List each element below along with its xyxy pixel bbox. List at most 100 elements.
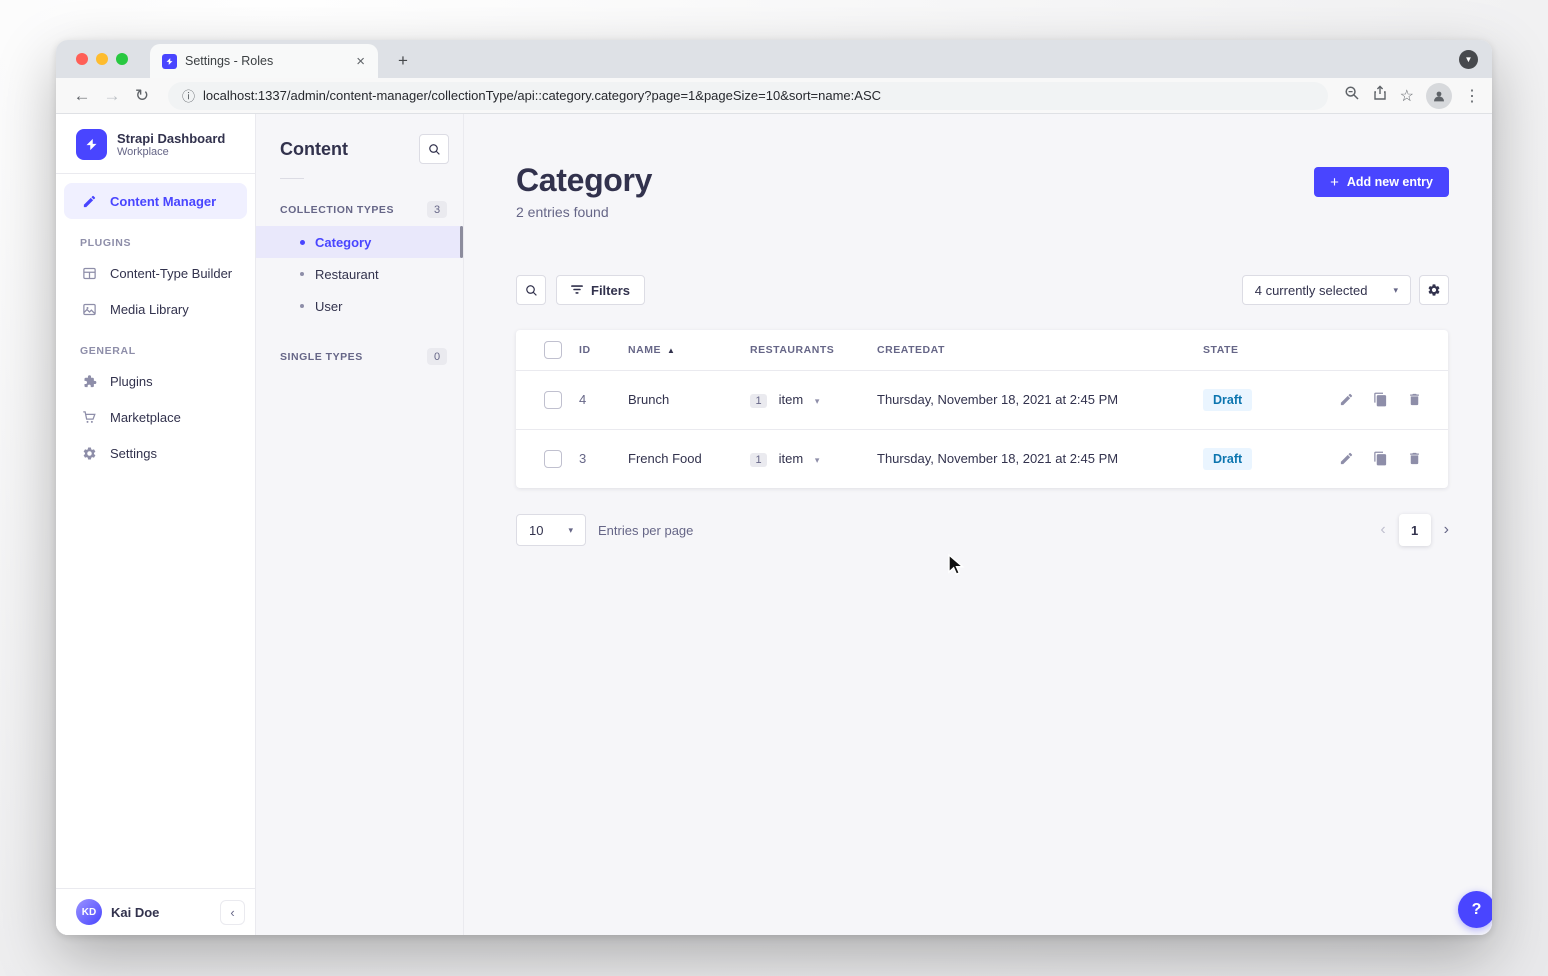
share-icon[interactable]	[1372, 85, 1388, 106]
row-checkbox[interactable]	[544, 391, 562, 409]
column-header-state[interactable]: STATE	[1203, 330, 1323, 370]
help-button[interactable]: ?	[1458, 891, 1492, 928]
sidebar-item-marketplace[interactable]: Marketplace	[64, 399, 247, 435]
subnav-search-button[interactable]	[419, 134, 449, 164]
url-text: localhost:1337/admin/content-manager/col…	[203, 88, 881, 103]
browser-window: Settings - Roles × + ▼ ← → ↻ ⓘ localhost…	[56, 40, 1492, 935]
sidebar-item-label: Content Manager	[110, 194, 216, 209]
collapse-sidebar-button[interactable]: ‹	[220, 900, 245, 925]
edit-icon[interactable]	[1339, 392, 1354, 407]
bookmark-star-icon[interactable]: ☆	[1400, 86, 1414, 106]
single-types-count: 0	[427, 348, 447, 365]
column-header-name[interactable]: NAME▲	[628, 330, 750, 370]
page-number-button[interactable]: 1	[1399, 514, 1431, 546]
column-header-createdat[interactable]: CREATEDAT	[877, 330, 1203, 370]
table-row[interactable]: 3 French Food 1 item ▾ Thursday, Novembe…	[516, 429, 1448, 488]
search-button[interactable]	[516, 275, 546, 305]
duplicate-icon[interactable]	[1373, 451, 1388, 466]
zoom-window-button[interactable]	[116, 53, 128, 65]
previous-page-icon[interactable]: ‹	[1380, 521, 1385, 539]
workspace-name: Workplace	[117, 146, 225, 158]
browser-tab[interactable]: Settings - Roles ×	[150, 44, 378, 78]
main-content: Category 2 entries found + Add new entry…	[464, 114, 1492, 935]
row-checkbox[interactable]	[544, 450, 562, 468]
delete-icon[interactable]	[1407, 451, 1422, 466]
delete-icon[interactable]	[1407, 392, 1422, 407]
duplicate-icon[interactable]	[1373, 392, 1388, 407]
general-section-label: GENERAL	[56, 327, 255, 363]
sidebar-item-content-manager[interactable]: Content Manager	[64, 183, 247, 219]
traffic-lights	[76, 53, 128, 65]
cell-name: French Food	[628, 429, 750, 488]
cell-name: Brunch	[628, 370, 750, 429]
layout-icon	[80, 266, 98, 281]
page-title: Category	[516, 162, 652, 199]
toolbar-icons: ☆ ⋮	[1340, 83, 1480, 109]
strapi-logo-icon	[76, 129, 107, 160]
back-icon[interactable]: ←	[68, 86, 96, 106]
subnav-title: Content	[280, 139, 348, 160]
sidebar-item-content-type-builder[interactable]: Content-Type Builder	[64, 255, 247, 291]
divider	[56, 173, 255, 174]
scrollbar-thumb[interactable]	[460, 226, 463, 258]
bullet-icon	[300, 240, 305, 245]
sidebar-item-media-library[interactable]: Media Library	[64, 291, 247, 327]
subnav-item-category[interactable]: Category	[256, 226, 463, 258]
filter-icon	[571, 283, 583, 298]
new-tab-button[interactable]: +	[392, 51, 414, 71]
table-row[interactable]: 4 Brunch 1 item ▾ Thursday, November 18,…	[516, 370, 1448, 429]
subnav-item-restaurant[interactable]: Restaurant	[256, 258, 463, 290]
cell-id: 4	[579, 370, 628, 429]
status-badge: Draft	[1203, 448, 1252, 470]
next-page-icon[interactable]: ›	[1444, 521, 1449, 539]
strapi-favicon-icon	[162, 54, 177, 69]
close-window-button[interactable]	[76, 53, 88, 65]
entries-table: ID NAME▲ RESTAURANTS CREATEDAT STATE 4	[516, 330, 1448, 488]
relation-count-badge: 1	[750, 394, 767, 408]
browser-profile-icon[interactable]: ▼	[1459, 50, 1478, 69]
zoom-icon[interactable]	[1344, 85, 1360, 106]
sidebar-item-settings[interactable]: Settings	[64, 435, 247, 471]
pager: ‹ 1 ›	[1380, 514, 1449, 546]
sidebar-item-label: Settings	[110, 446, 157, 461]
browser-toolbar: ← → ↻ ⓘ localhost:1337/admin/content-man…	[56, 78, 1492, 114]
sidebar-item-label: Content-Type Builder	[110, 266, 232, 281]
bullet-icon	[300, 272, 304, 276]
table-settings-button[interactable]	[1419, 275, 1449, 305]
cell-id: 3	[579, 429, 628, 488]
caret-down-icon: ▾	[568, 525, 573, 536]
column-header-id[interactable]: ID	[579, 330, 628, 370]
workspace-brand[interactable]: Strapi Dashboard Workplace	[56, 114, 255, 173]
edit-icon[interactable]	[1339, 451, 1354, 466]
bullet-icon	[300, 304, 304, 308]
gear-icon	[80, 446, 98, 461]
page-size-select[interactable]: 10 ▾	[516, 514, 586, 546]
forward-icon[interactable]: →	[98, 86, 126, 106]
single-types-label: SINGLE TYPES	[280, 351, 363, 363]
browser-avatar-icon[interactable]	[1426, 83, 1452, 109]
table-controls: Filters 4 currently selected ▾	[516, 275, 1449, 305]
minimize-window-button[interactable]	[96, 53, 108, 65]
cell-restaurants[interactable]: 1 item ▾	[750, 370, 877, 429]
add-new-entry-button[interactable]: + Add new entry	[1314, 167, 1449, 197]
url-bar[interactable]: ⓘ localhost:1337/admin/content-manager/c…	[168, 82, 1328, 110]
site-info-icon[interactable]: ⓘ	[182, 86, 195, 105]
plugins-section-label: PLUGINS	[56, 219, 255, 255]
entries-found-text: 2 entries found	[516, 204, 609, 220]
caret-down-icon[interactable]: ▾	[815, 455, 820, 465]
filters-button[interactable]: Filters	[556, 275, 645, 305]
collection-types-count: 3	[427, 201, 447, 218]
column-header-restaurants[interactable]: RESTAURANTS	[750, 330, 877, 370]
caret-down-icon[interactable]: ▾	[815, 396, 820, 406]
tab-close-icon[interactable]: ×	[353, 53, 368, 70]
field-selection-dropdown[interactable]: 4 currently selected ▾	[1242, 275, 1411, 305]
cell-restaurants[interactable]: 1 item ▾	[750, 429, 877, 488]
table-header-row: ID NAME▲ RESTAURANTS CREATEDAT STATE	[516, 330, 1448, 370]
entries-per-page-label: Entries per page	[598, 523, 693, 538]
menu-dots-icon[interactable]: ⋮	[1464, 86, 1480, 106]
subnav-item-user[interactable]: User	[256, 290, 463, 322]
select-all-checkbox[interactable]	[544, 341, 562, 359]
sidebar-item-plugins[interactable]: Plugins	[64, 363, 247, 399]
reload-icon[interactable]: ↻	[128, 86, 156, 106]
avatar: KD	[76, 899, 102, 925]
